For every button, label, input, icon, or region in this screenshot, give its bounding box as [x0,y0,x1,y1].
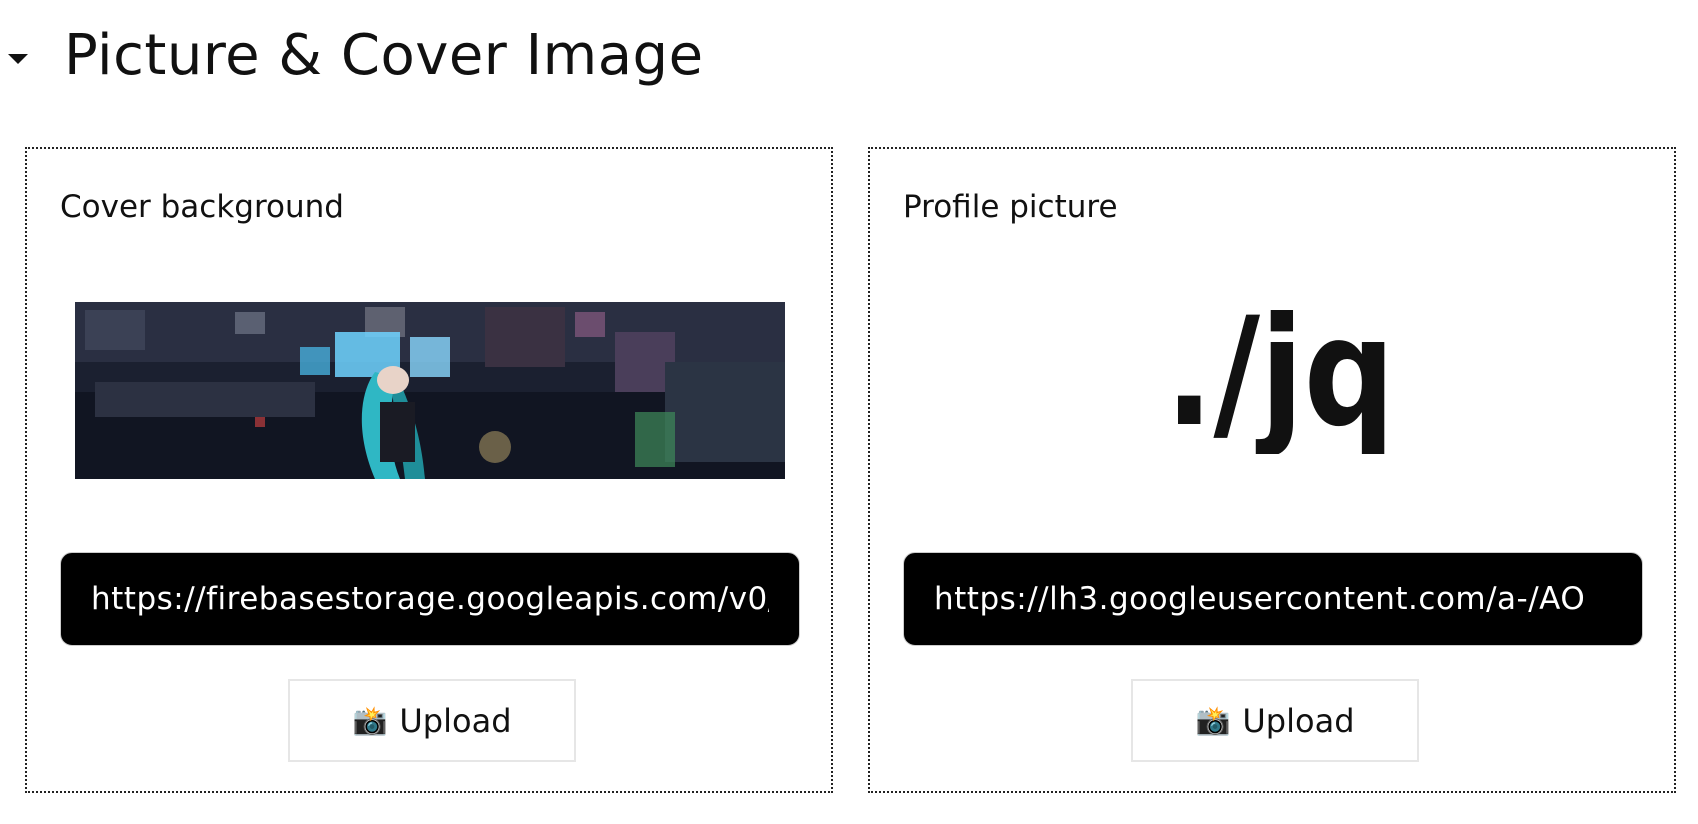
cover-image-art [75,302,785,479]
profile-picture-panel: Profile picture ./jq 📸 Upload [868,147,1676,793]
section-title: Picture & Cover Image [64,23,704,88]
profile-picture-logo: ./jq [1165,304,1395,454]
cover-image-preview [75,302,785,479]
upload-button-label: Upload [399,701,512,740]
collapse-caret-icon[interactable] [8,54,28,64]
cover-url-input[interactable] [60,552,800,646]
camera-flash-icon: 📸 [352,704,388,737]
profile-upload-button[interactable]: 📸 Upload [1131,679,1419,762]
cover-background-panel: Cover background 📸 [25,147,833,793]
logo-text: ./jq [1165,304,1395,454]
camera-flash-icon: 📸 [1195,704,1231,737]
profile-url-input[interactable] [903,552,1643,646]
upload-button-label: Upload [1242,701,1355,740]
section-header[interactable]: Picture & Cover Image [8,18,704,94]
cover-upload-button[interactable]: 📸 Upload [288,679,576,762]
profile-picture-label: Profile picture [903,189,1118,225]
cover-background-label: Cover background [60,189,344,225]
